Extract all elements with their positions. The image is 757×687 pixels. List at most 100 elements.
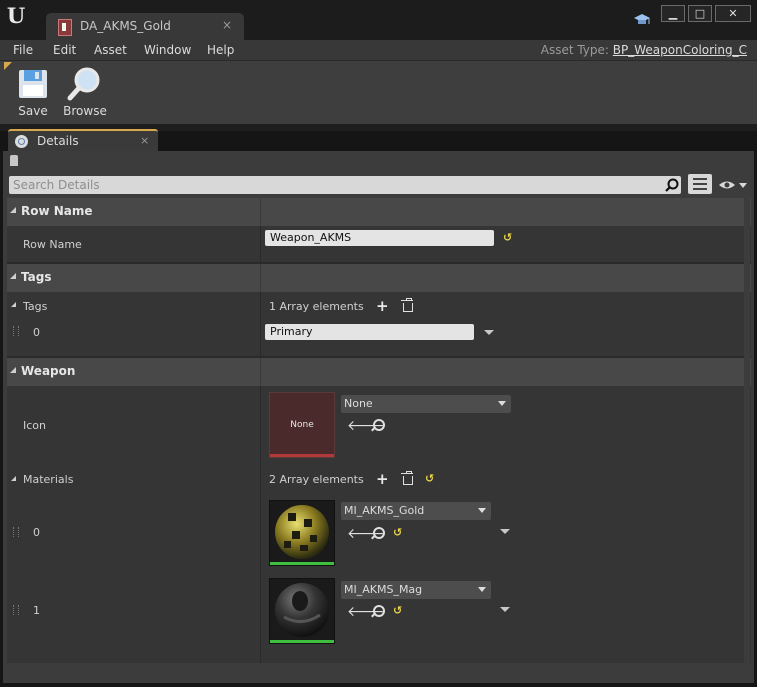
- search-icon[interactable]: [665, 178, 679, 192]
- eye-icon[interactable]: [718, 178, 748, 192]
- column-divider[interactable]: [260, 226, 261, 262]
- dark-sphere-icon: [275, 583, 329, 637]
- array-index: 1: [33, 604, 40, 617]
- texture-thumbnail[interactable]: None: [269, 392, 335, 458]
- property-label: Row Name: [23, 238, 82, 251]
- view-options-button[interactable]: [688, 174, 712, 194]
- tab-details[interactable]: Details ×: [8, 129, 158, 153]
- scrollbar[interactable]: [744, 198, 750, 663]
- save-button-label: Save: [18, 104, 48, 118]
- column-divider[interactable]: [260, 386, 261, 663]
- property-grid: Row Name Row Name Weapon_AKMS ↺ Tags Tag…: [7, 198, 751, 663]
- graduation-cap-icon[interactable]: [633, 12, 651, 28]
- trash-icon[interactable]: [401, 298, 413, 312]
- column-divider[interactable]: [260, 198, 261, 226]
- browse-magnifier-icon[interactable]: [373, 527, 385, 539]
- chevron-down-icon: [478, 587, 486, 592]
- array-index: 0: [33, 526, 40, 539]
- menu-bar: File Edit Asset Window Help Asset Type: …: [0, 40, 757, 60]
- expand-arrow-icon[interactable]: [11, 302, 16, 307]
- chevron-down-icon: [478, 508, 486, 513]
- save-button[interactable]: Save: [7, 66, 59, 122]
- category-title: Weapon: [21, 364, 76, 378]
- asset-type-bar: [270, 640, 334, 643]
- chevron-down-icon[interactable]: [500, 607, 510, 612]
- category-row-name[interactable]: Row Name: [7, 198, 751, 226]
- array-count: 1 Array elements: [269, 300, 364, 313]
- material-thumbnail[interactable]: [269, 578, 335, 644]
- category-title: Row Name: [21, 204, 93, 218]
- menu-file[interactable]: File: [13, 43, 33, 57]
- column-divider[interactable]: [260, 358, 261, 386]
- lock-icon[interactable]: [10, 155, 18, 166]
- asset-type-indicator: Asset Type: BP_WeaponColoring_C: [541, 43, 747, 57]
- document-tab[interactable]: DA_AKMS_Gold ×: [46, 13, 244, 40]
- data-asset-icon: [58, 19, 72, 36]
- menu-help[interactable]: Help: [207, 43, 234, 57]
- material-asset-picker[interactable]: MI_AKMS_Mag: [341, 581, 491, 599]
- collapse-arrow-icon[interactable]: [10, 367, 16, 373]
- chevron-down-icon: [498, 401, 506, 406]
- document-tab-label: DA_AKMS_Gold: [80, 19, 171, 33]
- collapse-arrow-icon[interactable]: [10, 273, 16, 279]
- expand-arrow-icon[interactable]: [11, 476, 16, 481]
- menu-asset[interactable]: Asset: [94, 43, 127, 57]
- add-element-icon[interactable]: +: [376, 299, 389, 314]
- material-asset-picker[interactable]: MI_AKMS_Gold: [341, 502, 491, 520]
- browse-button-label: Browse: [63, 104, 107, 118]
- maximize-button[interactable]: □: [688, 5, 712, 22]
- search-box[interactable]: [9, 176, 681, 194]
- toolbar: [0, 60, 757, 125]
- property-label: Tags: [23, 300, 48, 313]
- material-asset-value: MI_AKMS_Gold: [344, 504, 425, 517]
- search-input[interactable]: [13, 178, 653, 192]
- drag-handle-icon[interactable]: [13, 527, 19, 537]
- property-label: Materials: [23, 473, 74, 486]
- floppy-disk-icon: [19, 70, 47, 98]
- asset-type-bar: [270, 562, 334, 565]
- reset-to-default-icon[interactable]: ↺: [393, 604, 402, 617]
- property-row-row-name: Row Name Weapon_AKMS ↺: [7, 226, 751, 262]
- browse-button[interactable]: Browse: [59, 66, 111, 122]
- reset-to-default-icon[interactable]: ↺: [393, 526, 402, 539]
- browse-magnifier-icon[interactable]: [373, 605, 385, 617]
- chevron-down-icon[interactable]: [500, 529, 510, 534]
- menu-window[interactable]: Window: [144, 43, 191, 57]
- minimize-button[interactable]: ▁: [661, 5, 685, 22]
- reset-to-default-icon[interactable]: ↺: [425, 472, 434, 485]
- collapse-arrow-icon[interactable]: [10, 207, 16, 213]
- reset-to-default-icon[interactable]: ↺: [503, 231, 512, 244]
- details-icon: [15, 135, 28, 148]
- gold-sphere-icon: [275, 505, 329, 559]
- magnifier-icon: [67, 67, 100, 101]
- details-tab-label: Details: [37, 134, 79, 148]
- chevron-down-icon[interactable]: [484, 330, 494, 335]
- category-tags[interactable]: Tags: [7, 264, 751, 292]
- tag-combo-box[interactable]: Primary: [265, 324, 474, 340]
- unreal-logo-icon[interactable]: U: [5, 5, 27, 27]
- menu-edit[interactable]: Edit: [53, 43, 76, 57]
- property-row-tags: Tags 1 Array elements + 0 Primary: [7, 292, 751, 356]
- material-asset-value: MI_AKMS_Mag: [344, 583, 423, 596]
- category-weapon[interactable]: Weapon: [7, 358, 751, 386]
- property-label: Icon: [23, 419, 46, 432]
- add-element-icon[interactable]: +: [376, 472, 389, 487]
- asset-type-label: Asset Type:: [540, 43, 609, 57]
- trash-icon[interactable]: [401, 471, 413, 485]
- column-divider[interactable]: [260, 264, 261, 292]
- tab-close-icon[interactable]: ×: [222, 18, 232, 32]
- drag-handle-icon[interactable]: [13, 326, 19, 336]
- icon-asset-picker[interactable]: None: [341, 395, 511, 413]
- material-thumbnail[interactable]: [269, 500, 335, 566]
- browse-magnifier-icon[interactable]: [373, 419, 385, 431]
- row-name-field[interactable]: Weapon_AKMS: [265, 230, 494, 246]
- drag-handle-icon[interactable]: [13, 605, 19, 615]
- property-rows-weapon: Icon None None 🡐 Materials 2 Array eleme…: [7, 386, 751, 663]
- tab-close-icon[interactable]: ×: [140, 134, 149, 147]
- icon-asset-value: None: [344, 397, 373, 410]
- thumbnail-none-text: None: [290, 420, 314, 430]
- close-window-button[interactable]: ✕: [715, 5, 751, 22]
- column-divider[interactable]: [260, 292, 261, 356]
- asset-type-link[interactable]: BP_WeaponColoring_C: [613, 43, 747, 57]
- category-title: Tags: [21, 270, 52, 284]
